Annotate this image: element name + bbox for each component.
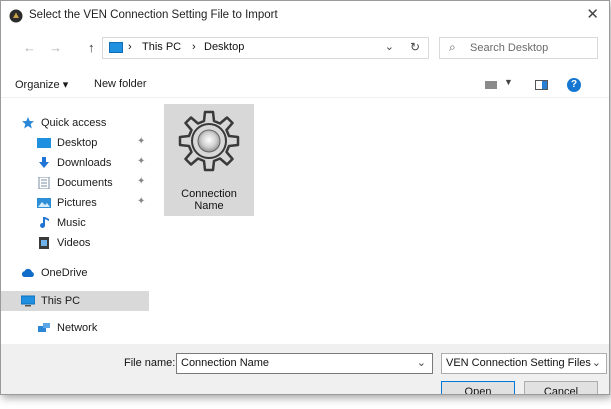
view-dropdown-icon[interactable]: ▼ [504,77,513,87]
file-type-select[interactable]: VEN Connection Setting Files (* ⌄ [441,353,607,374]
address-dropdown-icon[interactable]: ⌄ [385,40,394,53]
sidebar-label: Quick access [41,117,107,129]
file-name-line: Name [194,200,224,212]
this-pc-icon [109,42,123,53]
search-box[interactable]: ⌕ Search Desktop [439,37,598,59]
pin-icon[interactable]: ✦ [137,196,145,207]
sidebar-item-pictures[interactable]: Pictures ✦ [17,193,151,213]
sidebar-item-documents[interactable]: Documents ✦ [17,173,151,193]
file-name-label: Connection Name [164,188,254,212]
cloud-icon [21,268,34,277]
close-icon[interactable]: ✕ [586,6,599,24]
address-bar[interactable]: › This PC › Desktop ⌄ ↻ [102,37,429,59]
help-icon[interactable]: ? [567,78,581,92]
pictures-icon [37,198,51,208]
search-placeholder: Search Desktop [470,42,549,54]
file-type-value: VEN Connection Setting Files (* [446,357,591,369]
download-icon [39,157,49,168]
breadcrumb-separator: › [192,41,196,53]
file-name-value: Connection Name [181,357,270,369]
back-arrow-icon[interactable]: ← [23,40,36,55]
sidebar-item-onedrive[interactable]: OneDrive [17,263,151,283]
file-name-label: File name: [124,357,176,369]
desktop-icon [37,138,51,148]
breadcrumb-separator: › [128,41,132,53]
search-icon: ⌕ [449,40,456,54]
pin-icon[interactable]: ✦ [137,136,145,147]
gear-icon [178,110,240,172]
sidebar-item-videos[interactable]: Videos [17,233,151,253]
sidebar-label: OneDrive [41,267,88,279]
new-folder-button[interactable]: New folder [94,78,147,90]
up-arrow-icon[interactable]: ↑ [88,40,95,55]
sidebar-label: Desktop [57,137,98,149]
sidebar-item-desktop[interactable]: Desktop ✦ [17,133,151,153]
chevron-down-icon[interactable]: ⌄ [417,356,426,369]
file-name-line: Connection [181,188,237,200]
star-icon [22,117,34,129]
file-open-dialog: Select the VEN Connection Setting File t… [0,0,610,395]
sidebar-item-music[interactable]: Music [17,213,151,233]
videos-icon [39,237,49,249]
organize-button[interactable]: Organize ▾ [15,78,68,91]
sidebar-label: Network [57,322,98,334]
sidebar-label: Documents [57,177,113,189]
sidebar-item-network[interactable]: Network [17,318,151,338]
forward-arrow-icon[interactable]: → [49,40,62,55]
sidebar-label: This PC [41,295,81,307]
command-bar: Organize ▾ New folder ▼ ? [1,71,609,98]
preview-pane-icon[interactable] [535,80,548,90]
sidebar-label: Downloads [57,157,112,169]
computer-icon [21,295,35,307]
dialog-footer: File name: Connection Name ⌄ VEN Connect… [1,344,609,394]
refresh-icon[interactable]: ↻ [410,40,420,54]
sidebar-item-this-pc[interactable]: This PC [1,291,149,311]
title-bar: Select the VEN Connection Setting File t… [1,1,609,31]
cancel-button[interactable]: Cancel [524,381,598,394]
sidebar-item-downloads[interactable]: Downloads ✦ [17,153,151,173]
chevron-down-icon[interactable]: ⌄ [592,356,601,369]
breadcrumb-this-pc[interactable]: This PC [142,41,181,53]
open-button[interactable]: Open [441,381,515,394]
music-icon [40,217,49,228]
sidebar-label: Music [57,217,86,229]
navigation-bar: ← → ↑ › This PC › Desktop ⌄ ↻ ⌕ Search D… [1,34,609,62]
pin-icon[interactable]: ✦ [137,156,145,167]
view-options-icon[interactable] [485,81,497,89]
navigation-pane: Quick access Desktop ✦ Downloads ✦ Docum… [1,101,151,341]
file-item[interactable]: Connection Name [164,104,254,216]
sidebar-item-quick-access[interactable]: Quick access [17,113,151,133]
pin-icon[interactable]: ✦ [137,176,145,187]
breadcrumb-desktop[interactable]: Desktop [204,41,244,53]
documents-icon [38,177,50,189]
app-logo-icon [9,9,23,23]
file-name-input[interactable]: Connection Name ⌄ [176,353,433,374]
file-list: Connection Name [151,101,606,341]
sidebar-label: Pictures [57,197,97,209]
sidebar-label: Videos [57,237,91,249]
network-icon [38,323,50,332]
window-title: Select the VEN Connection Setting File t… [29,9,278,21]
